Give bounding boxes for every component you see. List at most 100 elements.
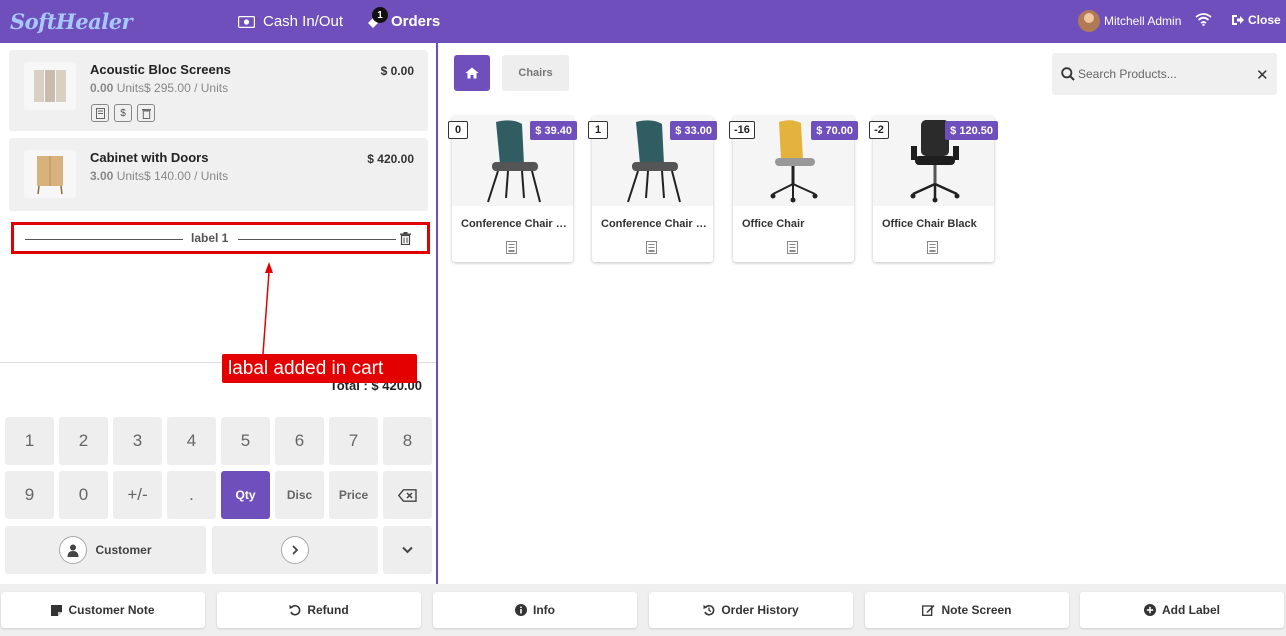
add-label-label: Add Label	[1161, 603, 1220, 617]
order-line-unit: Units$ 295.00 / Units	[116, 81, 229, 95]
home-category-button[interactable]	[454, 55, 490, 91]
product-image-cabinet	[24, 150, 76, 198]
numpad-decimal[interactable]: .	[167, 471, 216, 519]
more-options-button[interactable]	[383, 526, 432, 574]
order-history-button[interactable]: Order History	[649, 592, 853, 628]
numpad-key-8[interactable]: 8	[383, 417, 432, 465]
order-line-unit: Units$ 140.00 / Units	[116, 169, 229, 183]
product-card[interactable]: -2 $ 120.50 Office Chair Black	[869, 116, 998, 262]
info-button[interactable]: Info	[433, 592, 637, 628]
chevron-right-icon	[281, 536, 309, 564]
order-line-price: $ 0.00	[380, 64, 414, 78]
orders-label: Orders	[391, 13, 441, 30]
numpad-mode-qty[interactable]: Qty	[221, 471, 270, 519]
numpad-key-9[interactable]: 9	[5, 471, 54, 519]
product-info-icon[interactable]	[927, 241, 938, 257]
numpad-mode-price[interactable]: Price	[329, 471, 378, 519]
product-price-tag: $ 39.40	[530, 121, 577, 140]
product-stock-qty: 1	[588, 121, 608, 139]
clear-search-icon[interactable]: ✕	[1256, 66, 1269, 84]
customer-label: Customer	[95, 543, 152, 557]
numpad-key-6[interactable]: 6	[275, 417, 324, 465]
money-icon	[238, 15, 255, 28]
annotation-callout: labal added in cart	[222, 354, 417, 383]
cart-label-line[interactable]: label 1	[11, 222, 430, 254]
top-bar: SoftHealer Cash In/Out 1 Orders Mitchell…	[0, 0, 1286, 43]
note-screen-label: Note Screen	[941, 603, 1012, 617]
user-menu[interactable]: Mitchell Admin	[1078, 10, 1181, 32]
product-card[interactable]: 1 $ 33.00 Conference Chair (Steel)	[588, 116, 717, 262]
order-line-name: Acoustic Bloc Screens	[90, 62, 231, 77]
line-note-icon[interactable]	[91, 104, 109, 122]
edit-icon	[922, 604, 935, 616]
product-name: Conference Chair (Steel)	[601, 218, 709, 230]
search-input[interactable]	[1078, 64, 1248, 84]
order-line-qty: 0.00	[90, 81, 114, 95]
brand-logo: SoftHealer	[10, 9, 133, 34]
history-icon	[703, 604, 715, 616]
user-icon	[59, 536, 88, 564]
sign-out-icon	[1232, 15, 1244, 25]
numpad-key-2[interactable]: 2	[59, 417, 108, 465]
product-price-tag: $ 120.50	[945, 121, 998, 140]
refund-button[interactable]: Refund	[217, 592, 421, 628]
bottom-action-bar: Customer Note Refund Info Order History …	[0, 584, 1286, 636]
numpad-key-5[interactable]: 5	[221, 417, 270, 465]
ticket-icon: 1	[366, 7, 388, 30]
product-price-tag: $ 33.00	[670, 121, 717, 140]
refund-label: Refund	[307, 603, 349, 617]
order-line-detail: 3.00 Units$ 140.00 / Units	[90, 169, 228, 183]
note-screen-button[interactable]: Note Screen	[865, 592, 1069, 628]
numpad-key-0[interactable]: 0	[59, 471, 108, 519]
numpad-plus-minus[interactable]: +/-	[113, 471, 162, 519]
order-history-label: Order History	[721, 603, 799, 617]
user-name: Mitchell Admin	[1104, 14, 1182, 28]
label-divider-right	[238, 239, 396, 240]
undo-icon	[289, 604, 301, 616]
product-search: ✕	[1052, 53, 1277, 95]
numpad-key-1[interactable]: 1	[5, 417, 54, 465]
cart-label-text: label 1	[191, 231, 229, 245]
close-label: Close	[1248, 13, 1281, 27]
line-delete-icon[interactable]	[137, 104, 155, 122]
add-label-button[interactable]: Add Label	[1080, 592, 1284, 628]
order-line-actions: $	[91, 104, 155, 122]
numpad-key-4[interactable]: 4	[167, 417, 216, 465]
payment-button[interactable]	[212, 526, 378, 574]
order-line[interactable]: Cabinet with Doors $ 420.00 3.00 Units$ …	[9, 138, 428, 211]
product-info-icon[interactable]	[646, 241, 657, 257]
info-icon	[515, 604, 527, 616]
product-stock-qty: 0	[448, 121, 468, 139]
cash-in-out-button[interactable]: Cash In/Out	[238, 0, 343, 43]
product-card[interactable]: -16 $ 70.00 Office Chair	[729, 116, 858, 262]
cash-in-out-label: Cash In/Out	[263, 13, 344, 30]
info-label: Info	[533, 603, 555, 617]
orders-button[interactable]: 1 Orders	[366, 0, 440, 43]
product-info-icon[interactable]	[787, 241, 798, 257]
delete-label-icon[interactable]	[400, 232, 411, 248]
product-card[interactable]: 0 $ 39.40 Conference Chair (Aluminium)	[448, 116, 577, 262]
home-icon	[465, 67, 479, 79]
category-breadcrumb-chairs[interactable]: Chairs	[502, 55, 569, 91]
search-icon	[1061, 67, 1075, 84]
order-line-price: $ 420.00	[367, 152, 414, 166]
numpad-mode-disc[interactable]: Disc	[275, 471, 324, 519]
close-button[interactable]: Close	[1231, 13, 1281, 27]
product-name: Office Chair	[742, 218, 805, 230]
product-info-icon[interactable]	[506, 241, 517, 257]
customer-note-button[interactable]: Customer Note	[1, 592, 205, 628]
numpad-key-7[interactable]: 7	[329, 417, 378, 465]
product-name: Conference Chair (Aluminium)	[461, 218, 569, 230]
backspace-button[interactable]	[383, 471, 432, 519]
wifi-icon	[1195, 12, 1212, 29]
order-line-name: Cabinet with Doors	[90, 150, 209, 165]
customer-button[interactable]: Customer	[5, 526, 206, 574]
customer-note-label: Customer Note	[68, 603, 155, 617]
sticky-note-icon	[51, 604, 63, 616]
order-line-qty: 3.00	[90, 169, 114, 183]
line-price-icon[interactable]: $	[114, 104, 132, 122]
numpad-key-3[interactable]: 3	[113, 417, 162, 465]
product-stock-qty: -2	[869, 121, 889, 139]
product-name: Office Chair Black	[882, 218, 977, 230]
order-line[interactable]: Acoustic Bloc Screens $ 0.00 0.00 Units$…	[9, 50, 428, 131]
